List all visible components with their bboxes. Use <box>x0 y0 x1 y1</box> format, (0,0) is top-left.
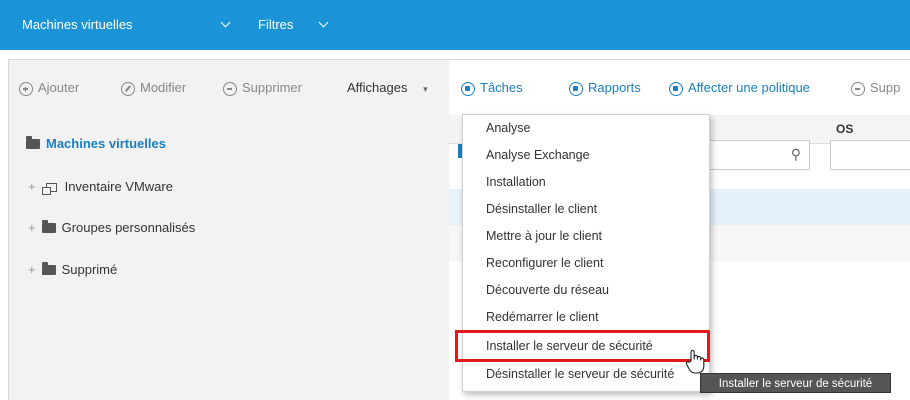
expand-icon[interactable]: + <box>28 179 36 194</box>
reports-label: Rapports <box>588 80 641 95</box>
column-header-os[interactable]: OS <box>836 122 853 136</box>
folder-icon <box>26 136 40 149</box>
assign-policy-label: Affecter une politique <box>688 80 810 95</box>
folder-icon <box>41 262 56 275</box>
tree-root-label: Machines virtuelles <box>46 136 166 151</box>
delete-icon <box>223 82 237 96</box>
add-icon <box>19 82 33 96</box>
delete-label: Supprimer <box>242 80 302 95</box>
scope-chevron-down-icon[interactable] <box>220 17 231 28</box>
delete-icon <box>851 82 865 96</box>
assign-policy-icon <box>669 82 683 96</box>
tree-item-custom-groups[interactable]: + Groupes personnalisés <box>28 220 195 235</box>
vm-inventory-icon <box>41 183 57 195</box>
hand-cursor-icon <box>685 349 705 374</box>
views-label: Affichages <box>347 80 408 95</box>
scope-selector[interactable]: Machines virtuelles <box>22 0 133 50</box>
edit-label: Modifier <box>140 80 187 95</box>
tasks-label: Tâches <box>480 80 523 95</box>
name-filter-input[interactable]: ⚲ <box>700 140 810 170</box>
tree-item-label: Groupes personnalisés <box>61 220 196 235</box>
edit-icon <box>121 82 135 96</box>
left-pane: Ajouter Modifier Supprimer Affichages ▾ … <box>8 59 450 400</box>
highlight-box <box>455 330 710 362</box>
reports-icon <box>569 82 583 96</box>
expand-icon[interactable]: + <box>28 220 36 235</box>
views-caret-icon: ▾ <box>423 84 428 94</box>
add-label: Ajouter <box>38 80 80 95</box>
os-filter-input[interactable] <box>830 140 910 170</box>
filters-menu[interactable]: Filtres <box>258 0 293 50</box>
tasks-icon <box>461 82 475 96</box>
expand-icon[interactable]: + <box>28 262 36 277</box>
menu-item-analyse[interactable]: Analyse <box>486 121 530 135</box>
tree-root-virtual-machines[interactable]: Machines virtuelles <box>26 136 166 151</box>
reports-button[interactable]: Rapports <box>569 60 641 116</box>
add-button[interactable]: Ajouter <box>19 60 79 116</box>
menu-item-network-discovery[interactable]: Découverte du réseau <box>486 283 609 297</box>
delete-label-partial: Supp <box>870 80 901 95</box>
menu-item-reconfigure-client[interactable]: Reconfigurer le client <box>486 256 603 270</box>
menu-item-installation[interactable]: Installation <box>486 175 546 189</box>
tasks-button[interactable]: Tâches <box>461 60 523 116</box>
search-icon: ⚲ <box>790 146 801 162</box>
menu-item-exchange-scan[interactable]: Analyse Exchange <box>486 148 590 162</box>
filters-chevron-down-icon[interactable] <box>318 17 329 28</box>
tooltip: Installer le serveur de sécurité <box>700 373 891 393</box>
assign-policy-button[interactable]: Affecter une politique <box>669 60 810 116</box>
delete-button[interactable]: Supprimer <box>223 60 302 116</box>
edit-button[interactable]: Modifier <box>121 60 186 116</box>
menu-item-update-client[interactable]: Mettre à jour le client <box>486 229 602 243</box>
tree-item-deleted[interactable]: + Supprimé <box>28 262 117 277</box>
folder-icon <box>41 220 56 233</box>
tree-item-label: Inventaire VMware <box>64 179 173 194</box>
menu-item-uninstall-client[interactable]: Désinstaller le client <box>486 202 597 216</box>
views-dropdown[interactable]: Affichages ▾ <box>347 60 428 116</box>
delete-button-right[interactable]: Supp <box>851 60 900 116</box>
menu-item-uninstall-security-server[interactable]: Désinstaller le serveur de sécurité <box>486 367 674 381</box>
tree-item-vmware-inventory[interactable]: + Inventaire VMware <box>28 179 173 195</box>
menu-item-restart-client[interactable]: Redémarrer le client <box>486 310 599 324</box>
tree-item-label: Supprimé <box>61 262 118 277</box>
top-bar: Machines virtuelles Filtres <box>0 0 910 50</box>
